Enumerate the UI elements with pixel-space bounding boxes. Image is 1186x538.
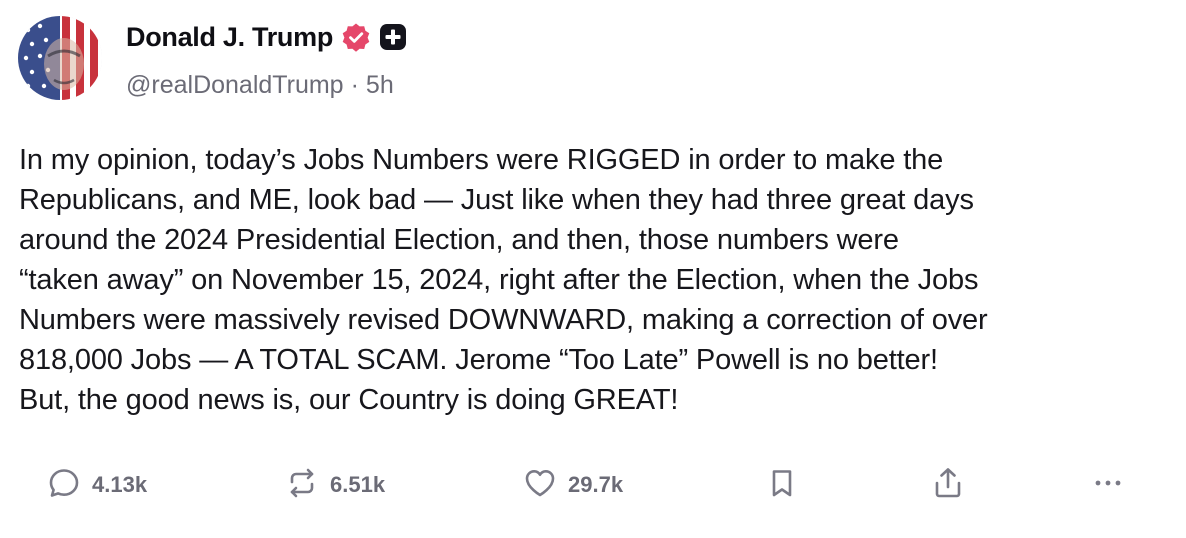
repost-button[interactable]: 6.51k bbox=[284, 462, 385, 508]
bookmark-button[interactable] bbox=[764, 462, 800, 508]
share-icon bbox=[930, 465, 966, 506]
reply-count: 4.13k bbox=[92, 472, 148, 497]
author-handle-row: @realDonaldTrump · 5h bbox=[126, 68, 394, 102]
plus-badge-icon bbox=[379, 23, 407, 51]
post-action-bar: 4.13k 6.51k 29.7k bbox=[0, 462, 1186, 508]
author-handle[interactable]: @realDonaldTrump bbox=[126, 71, 344, 100]
repost-icon bbox=[284, 465, 320, 506]
repost-count: 6.51k bbox=[330, 472, 386, 497]
american-flag-portrait-avatar bbox=[18, 16, 102, 100]
heart-icon bbox=[522, 465, 558, 506]
reply-icon bbox=[46, 465, 82, 506]
author-name-row: Donald J. Trump bbox=[126, 18, 407, 56]
verified-badge-icon bbox=[341, 22, 371, 52]
handle-time-separator: · bbox=[350, 70, 359, 99]
post-body-text: In my opinion, today’s Jobs Numbers were… bbox=[19, 144, 988, 416]
share-button[interactable] bbox=[930, 462, 966, 508]
author-display-name[interactable]: Donald J. Trump bbox=[126, 22, 333, 53]
more-options-button[interactable] bbox=[1090, 462, 1126, 508]
more-icon bbox=[1090, 465, 1126, 506]
bookmark-icon bbox=[764, 465, 800, 506]
avatar[interactable] bbox=[18, 16, 102, 100]
like-count: 29.7k bbox=[568, 472, 624, 497]
reply-button[interactable]: 4.13k bbox=[46, 462, 147, 508]
post-timestamp[interactable]: 5h bbox=[366, 71, 394, 100]
like-button[interactable]: 29.7k bbox=[522, 462, 623, 508]
